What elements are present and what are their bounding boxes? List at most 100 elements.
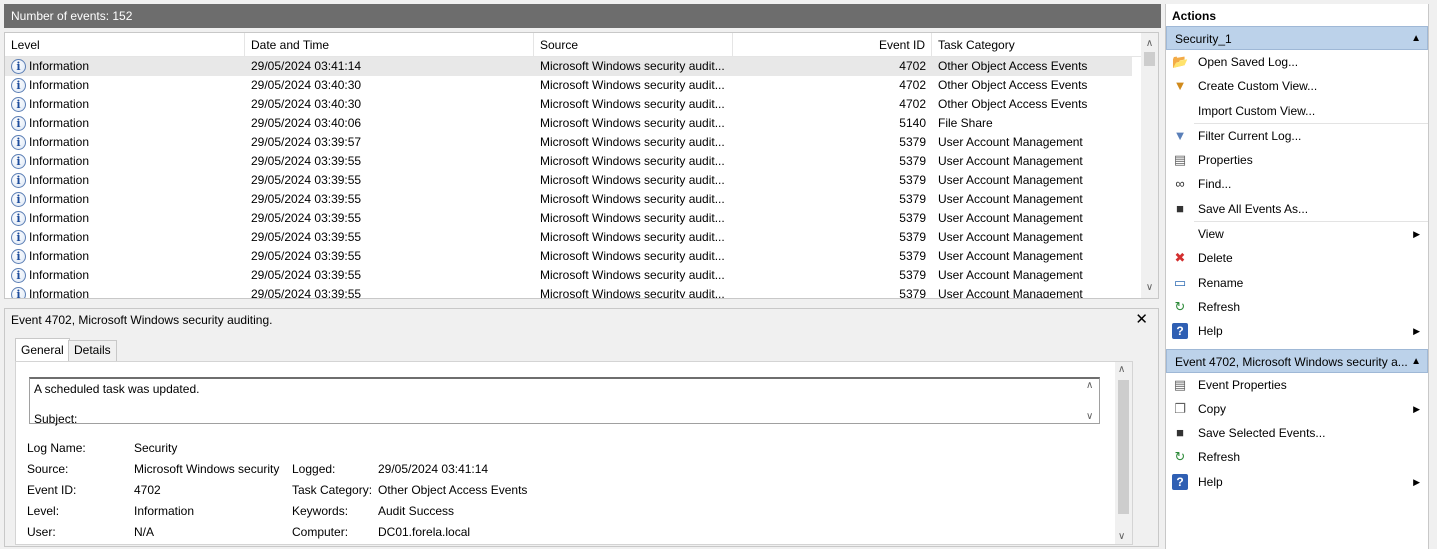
action-properties[interactable]: ▤ Properties (1166, 148, 1428, 172)
field-value: Audit Success (378, 504, 455, 518)
column-header-level[interactable]: Level (5, 33, 245, 57)
collapse-icon[interactable]: ▲ (1411, 350, 1421, 372)
cell-level: Information (29, 230, 90, 244)
cell-event-id: 4702 (899, 59, 926, 73)
event-message-box[interactable]: A scheduled task was updated. Subject: ∧… (29, 377, 1100, 426)
cell-date: 29/05/2024 03:39:55 (251, 211, 362, 225)
table-row[interactable]: i Information 29/05/2024 03:39:55 Microsoft… (5, 190, 1132, 209)
field-label: Source: (27, 462, 69, 476)
detail-scrollbar[interactable]: ∧ ∨ (1115, 362, 1132, 544)
cell-date: 29/05/2024 03:39:55 (251, 287, 362, 299)
cell-task-category: User Account Management (938, 249, 1083, 263)
cell-task-category: User Account Management (938, 173, 1083, 187)
cell-event-id: 5140 (899, 116, 926, 130)
cell-level: Information (29, 268, 90, 282)
table-row[interactable]: i Information 29/05/2024 03:41:14 Microsoft… (5, 57, 1132, 76)
refresh-icon: ↻ (1174, 298, 1186, 314)
cell-event-id: 5379 (899, 230, 926, 244)
action-label: View (1198, 227, 1224, 242)
table-row[interactable]: i Information 29/05/2024 03:39:57 Microsoft… (5, 133, 1132, 152)
action-help[interactable]: ? Help ▶ (1166, 470, 1428, 494)
event-list[interactable]: Level Date and Time Source Event ID Task… (4, 32, 1159, 299)
table-row[interactable]: i Information 29/05/2024 03:39:55 Microsoft… (5, 209, 1132, 228)
action-rename[interactable]: ▭ Rename (1166, 271, 1428, 295)
action-create-custom-view[interactable]: ▼ Create Custom View... (1166, 74, 1428, 98)
save-icon: ■ (1176, 425, 1184, 441)
action-save-all-events-as[interactable]: ■ Save All Events As... (1166, 197, 1428, 221)
action-label: Event Properties (1198, 377, 1287, 392)
cell-source: Microsoft Windows security audit... (540, 211, 725, 225)
tab-general[interactable]: General (15, 338, 70, 362)
cell-date: 29/05/2024 03:41:14 (251, 59, 362, 73)
table-row[interactable]: i Information 29/05/2024 03:39:55 Microsoft… (5, 247, 1132, 266)
scroll-down-icon[interactable]: ∨ (1118, 531, 1125, 542)
action-label: Help (1198, 324, 1223, 339)
tab-details[interactable]: Details (68, 340, 117, 361)
message-line: Subject: (34, 412, 78, 426)
table-row[interactable]: i Information 29/05/2024 03:39:55 Microsoft… (5, 171, 1132, 190)
scroll-up-icon[interactable]: ∧ (1141, 35, 1158, 52)
section-header-event[interactable]: Event 4702, Microsoft Windows security a… (1166, 348, 1428, 373)
action-delete[interactable]: ✖ Delete (1166, 246, 1428, 270)
event-count-bar: Number of events: 152 (4, 4, 1161, 28)
close-icon[interactable]: ✕ (1135, 310, 1148, 328)
table-row[interactable]: i Information 29/05/2024 03:40:30 Microsoft… (5, 76, 1132, 95)
actions-pane: Actions Security_1 ▲ 📂 Open Saved Log... ▼… (1165, 4, 1429, 549)
event-list-scrollbar[interactable]: ∧ ∨ (1141, 33, 1158, 298)
cell-source: Microsoft Windows security audit... (540, 230, 725, 244)
field-label: Level: (27, 504, 60, 518)
action-refresh[interactable]: ↻ Refresh (1166, 295, 1428, 319)
help-icon: ? (1172, 473, 1188, 490)
section-header-security[interactable]: Security_1 ▲ (1166, 26, 1428, 50)
copy-icon: ❐ (1174, 400, 1186, 416)
cell-date: 29/05/2024 03:39:55 (251, 249, 362, 263)
table-row[interactable]: i Information 29/05/2024 03:40:06 Microsoft… (5, 114, 1132, 133)
action-label: Save All Events As... (1198, 201, 1309, 216)
cell-source: Microsoft Windows security audit... (540, 192, 725, 206)
properties-icon: ▤ (1173, 152, 1187, 168)
cell-source: Microsoft Windows security audit... (540, 59, 725, 73)
action-refresh[interactable]: ↻ Refresh (1166, 445, 1428, 469)
action-label: Delete (1198, 251, 1233, 266)
action-view[interactable]: View ▶ (1166, 222, 1428, 246)
cell-event-id: 5379 (899, 249, 926, 263)
information-icon: i (11, 230, 26, 245)
table-row[interactable]: i Information 29/05/2024 03:39:55 Microsoft… (5, 285, 1132, 299)
table-row[interactable]: i Information 29/05/2024 03:39:55 Microsoft… (5, 266, 1132, 285)
cell-task-category: User Account Management (938, 192, 1083, 206)
scroll-thumb[interactable] (1144, 52, 1155, 66)
cell-level: Information (29, 154, 90, 168)
information-icon: i (11, 116, 26, 131)
action-copy[interactable]: ❐ Copy ▶ (1166, 397, 1428, 421)
action-find[interactable]: ∞ Find... (1166, 172, 1428, 196)
column-header-source[interactable]: Source (534, 33, 733, 57)
column-header-date[interactable]: Date and Time (245, 33, 534, 57)
scroll-down-icon[interactable]: ∨ (1086, 411, 1093, 422)
column-header-task-category[interactable]: Task Category (932, 33, 1142, 57)
scroll-up-icon[interactable]: ∧ (1086, 380, 1093, 391)
scroll-down-icon[interactable]: ∨ (1141, 279, 1158, 296)
action-save-selected-events[interactable]: ■ Save Selected Events... (1166, 421, 1428, 445)
scroll-thumb[interactable] (1118, 380, 1129, 514)
filter-create-icon: ▼ (1173, 78, 1187, 94)
action-import-custom-view[interactable]: Import Custom View... (1166, 99, 1428, 123)
action-help[interactable]: ? Help ▶ (1166, 319, 1428, 343)
table-row[interactable]: i Information 29/05/2024 03:39:55 Microsoft… (5, 228, 1132, 247)
rename-icon: ▭ (1173, 274, 1187, 290)
action-label: Filter Current Log... (1198, 128, 1302, 143)
collapse-icon[interactable]: ▲ (1411, 27, 1421, 49)
actions-title: Actions (1166, 4, 1428, 26)
message-scrollbar[interactable]: ∧ ∨ (1084, 379, 1099, 423)
table-row[interactable]: i Information 29/05/2024 03:39:55 Microsoft… (5, 152, 1132, 171)
action-filter-current-log[interactable]: ▼ Filter Current Log... (1166, 124, 1428, 148)
cell-level: Information (29, 211, 90, 225)
cell-task-category: Other Object Access Events (938, 78, 1088, 92)
table-row[interactable]: i Information 29/05/2024 03:40:30 Microsoft… (5, 95, 1132, 114)
action-open-saved-log[interactable]: 📂 Open Saved Log... (1166, 50, 1428, 74)
action-event-properties[interactable]: ▤ Event Properties (1166, 373, 1428, 397)
events-pane: Number of events: 152 Level Date and Tim… (0, 0, 1163, 549)
cell-event-id: 4702 (899, 97, 926, 111)
cell-source: Microsoft Windows security audit... (540, 78, 725, 92)
column-header-event-id[interactable]: Event ID (733, 33, 932, 57)
scroll-up-icon[interactable]: ∧ (1118, 364, 1125, 375)
